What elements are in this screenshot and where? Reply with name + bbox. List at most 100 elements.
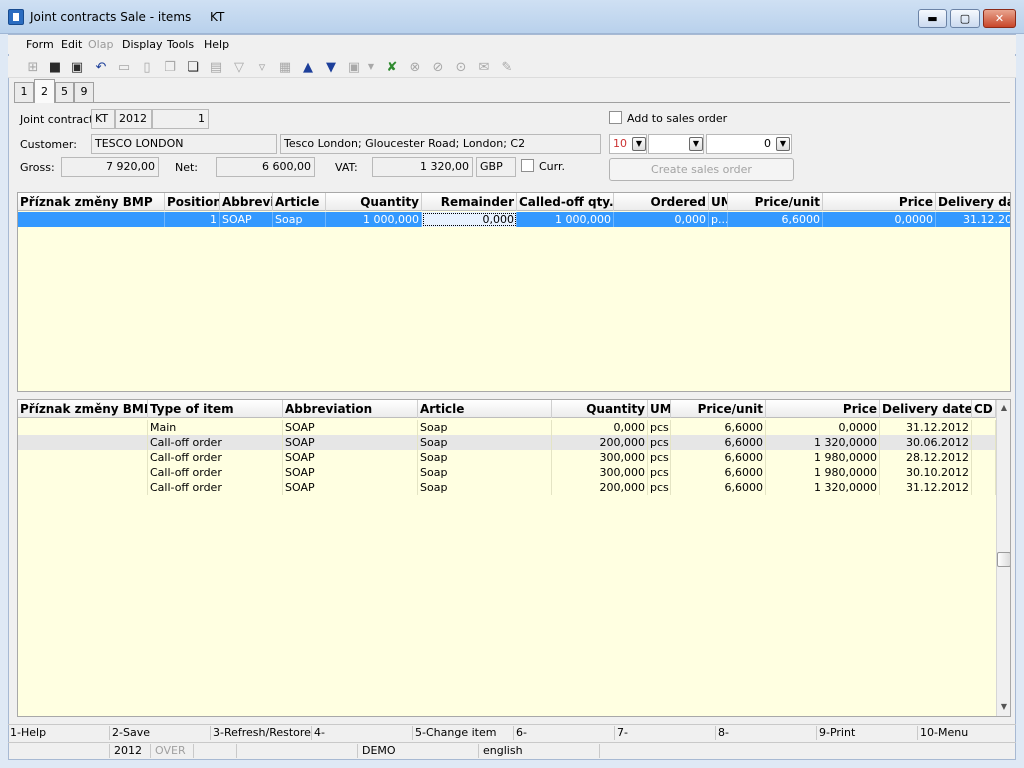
col-header-um[interactable]: UM	[709, 193, 728, 211]
cell-quantity[interactable]: 300,000	[552, 465, 648, 480]
cell-um[interactable]: pcs	[648, 480, 671, 495]
cell-article[interactable]: Soap	[418, 450, 552, 465]
dropdown-1-arrow-icon[interactable]: ▼	[632, 137, 646, 151]
filter-list-icon[interactable]: ▿	[253, 58, 271, 76]
cell-position[interactable]: 1	[165, 212, 220, 227]
cell-type-of-item[interactable]: Call-off order	[148, 450, 283, 465]
col-header-quantity[interactable]: Quantity	[326, 193, 422, 211]
menu-help[interactable]: Help	[204, 38, 229, 51]
cell-article[interactable]: Soap	[418, 465, 552, 480]
binoculars-icon[interactable]: ⊗	[406, 58, 424, 76]
cell-price-unit[interactable]: 6,6000	[728, 212, 823, 227]
col-header-ordered[interactable]: Ordered	[614, 193, 709, 211]
cell-abbreviation[interactable]: SOAP	[283, 465, 418, 480]
tree-icon[interactable]: ⊞	[24, 58, 42, 76]
cell-um[interactable]: pcs	[648, 450, 671, 465]
undo-icon[interactable]: ↶	[92, 58, 110, 76]
cell-bmp[interactable]	[18, 450, 148, 465]
tab-5[interactable]: 5	[55, 82, 74, 102]
cell-price[interactable]: 0,0000	[766, 420, 880, 435]
save-icon[interactable]: ■	[46, 58, 64, 76]
menu-display[interactable]: Display	[122, 38, 163, 51]
cell-quantity[interactable]: 200,000	[552, 480, 648, 495]
table-row[interactable]: Call-off order SOAP Soap 300,000 pcs 6,6…	[18, 450, 996, 465]
col-header-bmp[interactable]: Příznak změny BMP	[18, 193, 165, 211]
copy-icon[interactable]: ❐	[161, 58, 179, 76]
tab-9[interactable]: 9	[74, 82, 94, 102]
cell-article[interactable]: Soap	[418, 480, 552, 495]
fkey-7[interactable]: 7-	[615, 726, 716, 740]
currency-field[interactable]: GBP	[476, 157, 516, 177]
table-row[interactable]: 1 SOAP Soap 1 000,000 0,000 1 000,000 0,…	[18, 212, 1010, 227]
cell-cd[interactable]	[972, 480, 996, 495]
cell-cd[interactable]	[972, 450, 996, 465]
filter-icon[interactable]: ▽	[230, 58, 248, 76]
table-row[interactable]: Call-off order SOAP Soap 200,000 pcs 6,6…	[18, 435, 996, 450]
col-header-price[interactable]: Price	[823, 193, 936, 211]
fkey-change-item[interactable]: 5-Change item	[413, 726, 514, 740]
fkey-menu[interactable]: 10-Menu	[918, 726, 1016, 740]
find-prev-icon[interactable]: ⊙	[452, 58, 470, 76]
cell-price-unit[interactable]: 6,6000	[671, 435, 766, 450]
find-next-icon[interactable]: ⊘	[429, 58, 447, 76]
cell-quantity[interactable]: 0,000	[552, 420, 648, 435]
add-to-sales-order-checkbox[interactable]	[609, 111, 622, 124]
jc-year-field[interactable]: 2012	[115, 109, 152, 129]
close-button[interactable]: ✕	[983, 9, 1016, 28]
export-icon[interactable]: ▣	[345, 58, 363, 76]
tab-2[interactable]: 2	[34, 79, 55, 103]
cell-type-of-item[interactable]: Call-off order	[148, 435, 283, 450]
cell-price[interactable]: 1 980,0000	[766, 450, 880, 465]
cell-bmp[interactable]	[18, 420, 148, 435]
table-row[interactable]: Call-off order SOAP Soap 200,000 pcs 6,6…	[18, 480, 996, 495]
cell-bmp[interactable]	[18, 480, 148, 495]
vertical-scrollbar[interactable]: ▲ ▼	[996, 400, 1010, 716]
cell-abbreviation[interactable]: SOAP	[220, 212, 273, 227]
book-icon[interactable]: ▤	[207, 58, 225, 76]
cell-um[interactable]: p...	[709, 212, 728, 227]
cell-quantity[interactable]: 200,000	[552, 435, 648, 450]
col-header-type-of-item[interactable]: Type of item	[148, 400, 283, 418]
fkey-save[interactable]: 2-Save	[110, 726, 211, 740]
gross-field[interactable]: 7 920,00	[61, 157, 159, 177]
cell-abbreviation[interactable]: SOAP	[283, 480, 418, 495]
cell-bmp[interactable]	[18, 465, 148, 480]
fkey-print[interactable]: 9-Print	[817, 726, 918, 740]
cell-article[interactable]: Soap	[418, 420, 552, 435]
minimize-button[interactable]: ▬	[918, 9, 947, 28]
table-row[interactable]: Main SOAP Soap 0,000 pcs 6,6000 0,0000 3…	[18, 420, 996, 435]
cell-price[interactable]: 1 980,0000	[766, 465, 880, 480]
cell-price-unit[interactable]: 6,6000	[671, 465, 766, 480]
cell-um[interactable]: pcs	[648, 420, 671, 435]
cell-cd[interactable]	[972, 465, 996, 480]
col-header-delivery-date[interactable]: Delivery date	[936, 193, 1010, 211]
col-header-delivery-date[interactable]: Delivery date	[880, 400, 972, 418]
envelope-icon[interactable]: ✉	[475, 58, 493, 76]
cell-type-of-item[interactable]: Call-off order	[148, 465, 283, 480]
jc-number-field[interactable]: 1	[152, 109, 209, 129]
cell-price-unit[interactable]: 6,6000	[671, 450, 766, 465]
maximize-button[interactable]: ▢	[950, 9, 980, 28]
menu-tools[interactable]: Tools	[167, 38, 194, 51]
dropdown-2-arrow-icon[interactable]: ▼	[689, 137, 703, 151]
cell-type-of-item[interactable]: Call-off order	[148, 480, 283, 495]
col-header-price[interactable]: Price	[766, 400, 880, 418]
col-header-um[interactable]: UM	[648, 400, 671, 418]
dropdown-icon[interactable]: ▼	[366, 58, 376, 76]
col-header-abbreviation[interactable]: Abbrevi	[220, 193, 273, 211]
col-header-price-unit[interactable]: Price/unit	[671, 400, 766, 418]
cell-quantity[interactable]: 300,000	[552, 450, 648, 465]
col-header-bmp[interactable]: Příznak změny BMP	[18, 400, 148, 418]
jc-type-field[interactable]: KT	[91, 109, 115, 129]
tab-1[interactable]: 1	[14, 82, 34, 102]
fkey-4[interactable]: 4-	[312, 726, 413, 740]
net-field[interactable]: 6 600,00	[216, 157, 315, 177]
cell-cd[interactable]	[972, 420, 996, 435]
curr-checkbox[interactable]	[521, 159, 534, 172]
calloff-grid[interactable]: Příznak změny BMP Type of item Abbreviat…	[17, 399, 1011, 717]
cell-type-of-item[interactable]: Main	[148, 420, 283, 435]
cell-cd[interactable]	[972, 435, 996, 450]
items-grid[interactable]: Příznak změny BMP Position Abbrevi Artic…	[17, 192, 1011, 392]
cell-price[interactable]: 0,0000	[823, 212, 936, 227]
arrow-down-icon[interactable]: ▼	[322, 58, 340, 76]
